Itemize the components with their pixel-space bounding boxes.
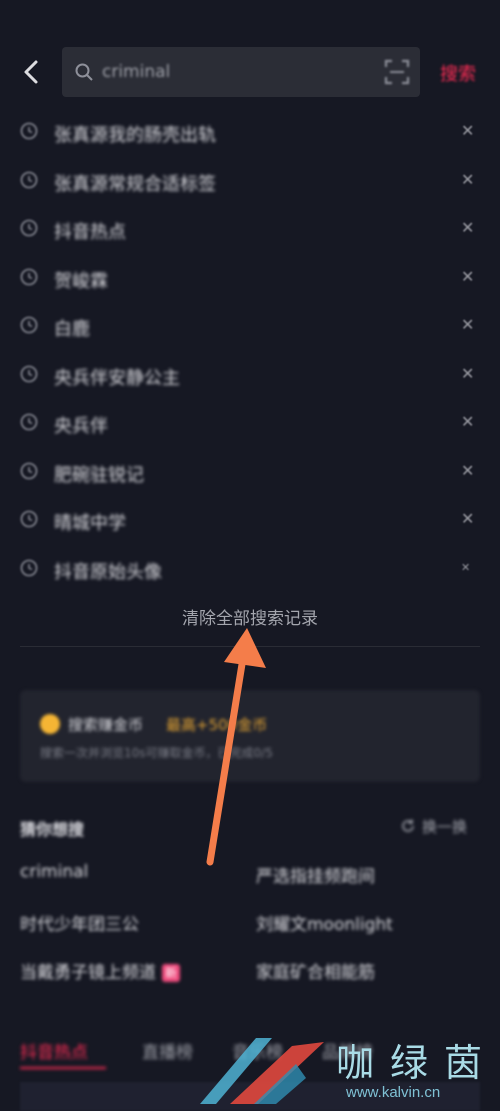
- history-item-text: 抖音原始头像: [54, 561, 162, 583]
- clock-icon: [20, 365, 38, 382]
- close-icon[interactable]: ✕: [461, 561, 470, 574]
- watermark: 咖绿茵 www.kalvin.cn: [196, 1028, 500, 1111]
- history-item[interactable]: 贺峻霖 ✕: [0, 254, 500, 303]
- guess-heading: 猜你想搜: [20, 820, 85, 839]
- search-button[interactable]: 搜索: [440, 60, 476, 86]
- clock-icon: [20, 122, 38, 140]
- history-item[interactable]: 央兵伴 ✕: [0, 399, 500, 448]
- guess-item[interactable]: 刘耀文moonlight: [256, 910, 393, 935]
- close-icon[interactable]: ✕: [461, 315, 474, 334]
- history-item[interactable]: 白鹿 ✕: [0, 302, 500, 351]
- reward-highlight: 最高+500金币: [166, 716, 268, 734]
- search-query-text: criminal: [102, 62, 171, 82]
- clock-icon: [20, 316, 38, 334]
- watermark-logo-icon: [200, 1038, 324, 1104]
- watermark-url: www.kalvin.cn: [346, 1084, 441, 1101]
- close-icon[interactable]: ✕: [461, 364, 474, 383]
- history-item[interactable]: 晴城中学 ✕: [0, 496, 500, 545]
- back-chevron-icon[interactable]: [16, 56, 48, 88]
- history-item[interactable]: 肥碗驻锐记 ✕: [0, 448, 500, 497]
- active-tab-underline: [20, 1067, 106, 1069]
- new-badge: 新: [162, 964, 180, 982]
- close-icon[interactable]: ✕: [461, 509, 474, 528]
- clock-icon: [20, 462, 38, 479]
- guess-item[interactable]: 家庭矿合相能筋: [256, 958, 375, 983]
- history-item[interactable]: 张真源我的肠壳出轨 ✕: [0, 108, 500, 157]
- clock-icon: [20, 510, 38, 528]
- guess-item[interactable]: 时代少年团三公: [20, 910, 139, 935]
- search-input[interactable]: criminal: [62, 47, 420, 97]
- clock-icon: [20, 171, 38, 188]
- close-icon[interactable]: ✕: [461, 267, 474, 286]
- history-item-text: 晴城中学: [54, 513, 126, 534]
- reward-title: 搜索赚金币: [68, 716, 144, 734]
- close-icon[interactable]: ✕: [461, 170, 474, 189]
- guess-item-text: 家庭矿合相能筋: [256, 963, 375, 983]
- history-item[interactable]: 抖音原始头像 ✕: [0, 545, 500, 594]
- reward-subtitle: 搜索一次并浏览10s可赚取金币，已完成0/5: [40, 746, 273, 760]
- history-item-text: 张真源我的肠壳出轨: [54, 125, 216, 146]
- history-item-text: 张真源常规合适标签: [54, 173, 216, 195]
- history-item-text: 抖音热点: [54, 222, 126, 243]
- history-item-text: 肥碗驻锐记: [54, 464, 144, 486]
- search-reward-card[interactable]: 搜索赚金币 最高+500金币 搜索一次并浏览10s可赚取金币，已完成0/5: [20, 690, 480, 782]
- close-icon[interactable]: ✕: [461, 218, 474, 237]
- history-item-text: 贺峻霖: [54, 270, 108, 292]
- search-icon: [75, 63, 93, 81]
- history-item-text: 央兵伴安静公主: [54, 367, 180, 389]
- clock-icon: [20, 219, 38, 237]
- guess-item-text: 严选指挂频跑间: [256, 867, 375, 887]
- gold-coin-icon: [40, 714, 60, 734]
- tab-hot[interactable]: 抖音热点: [20, 1038, 88, 1063]
- history-item-text: 央兵伴: [54, 416, 108, 437]
- close-icon[interactable]: ✕: [461, 121, 474, 140]
- guess-item-text: criminal: [20, 862, 89, 882]
- guess-item[interactable]: criminal: [20, 862, 88, 882]
- guess-item-text: 时代少年团三公: [20, 915, 139, 935]
- clock-icon: [20, 413, 38, 431]
- history-item[interactable]: 张真源常规合适标签 ✕: [0, 157, 500, 206]
- guess-item[interactable]: 严选指挂频跑间: [256, 862, 375, 887]
- clock-icon: [20, 559, 38, 576]
- history-item[interactable]: 抖音热点 ✕: [0, 205, 500, 254]
- top-bar: criminal 搜索: [0, 44, 500, 100]
- close-icon[interactable]: ✕: [461, 412, 474, 431]
- clear-all-history-button[interactable]: 清除全部搜索记录: [0, 604, 500, 629]
- guess-item-text: 当戴勇子镜上频道: [20, 963, 156, 983]
- history-item[interactable]: 央兵伴安静公主 ✕: [0, 351, 500, 400]
- guess-item-text: 刘耀文moonlight: [256, 915, 393, 935]
- guess-item[interactable]: 当戴勇子镜上频道新: [20, 958, 180, 983]
- history-item-text: 白鹿: [54, 319, 90, 340]
- clock-icon: [20, 268, 38, 285]
- scan-icon[interactable]: [384, 59, 410, 85]
- tab-live[interactable]: 直播榜: [142, 1038, 193, 1063]
- divider: [20, 646, 480, 647]
- close-icon[interactable]: ✕: [461, 461, 474, 480]
- refresh-button[interactable]: 换一换: [400, 816, 467, 837]
- refresh-label: 换一换: [422, 818, 468, 836]
- watermark-text: 咖绿茵: [336, 1041, 499, 1085]
- search-history-list: 张真源我的肠壳出轨 ✕ 张真源常规合适标签 ✕ 抖音热点 ✕ 贺峻霖 ✕ 白鹿 …: [0, 108, 500, 593]
- refresh-icon: [402, 819, 414, 832]
